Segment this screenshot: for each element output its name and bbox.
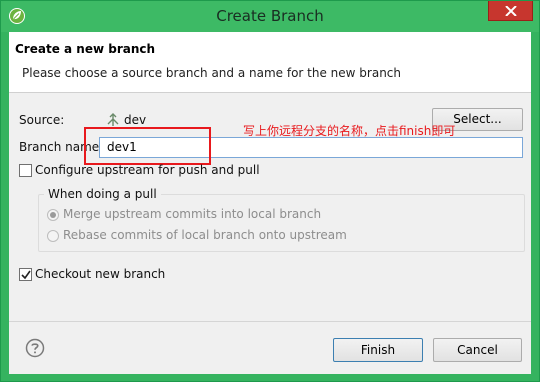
annotation-highlight-box — [84, 127, 211, 165]
dialog-body: Create a new branch Please choose a sour… — [9, 32, 531, 374]
close-icon — [505, 6, 517, 16]
header-description: Please choose a source branch and a name… — [22, 66, 402, 80]
finish-button[interactable]: Finish — [333, 338, 423, 362]
dialog-header: Create a new branch Please choose a sour… — [9, 32, 531, 93]
rebase-radio[interactable] — [47, 230, 59, 242]
source-branch-name: dev — [124, 113, 147, 127]
title-bar[interactable]: Create Branch — [1, 1, 539, 32]
pull-group-title: When doing a pull — [44, 187, 161, 201]
checkmark-icon — [21, 270, 31, 280]
pull-options-group — [38, 194, 525, 252]
create-branch-window: Create Branch Create a new branch Please… — [0, 0, 540, 382]
cancel-button[interactable]: Cancel — [433, 338, 522, 362]
footer-separator — [9, 321, 531, 322]
radio-selected-dot — [50, 212, 56, 218]
rebase-option-label[interactable]: Rebase commits of local branch onto upst… — [63, 228, 347, 242]
configure-upstream-checkbox[interactable] — [19, 164, 32, 177]
git-branch-icon — [107, 113, 119, 126]
help-icon[interactable] — [25, 338, 45, 358]
merge-option-label[interactable]: Merge upstream commits into local branch — [63, 207, 321, 221]
window-title: Create Branch — [216, 7, 324, 25]
source-label: Source: — [19, 113, 65, 127]
checkout-checkbox[interactable] — [19, 268, 32, 281]
merge-radio[interactable] — [47, 209, 59, 221]
close-button[interactable] — [488, 1, 533, 21]
annotation-text: 写上你远程分支的名称，点击finish即可 — [243, 124, 456, 138]
checkout-label[interactable]: Checkout new branch — [35, 267, 165, 281]
header-title: Create a new branch — [15, 42, 156, 56]
configure-upstream-label[interactable]: Configure upstream for push and pull — [35, 163, 260, 177]
